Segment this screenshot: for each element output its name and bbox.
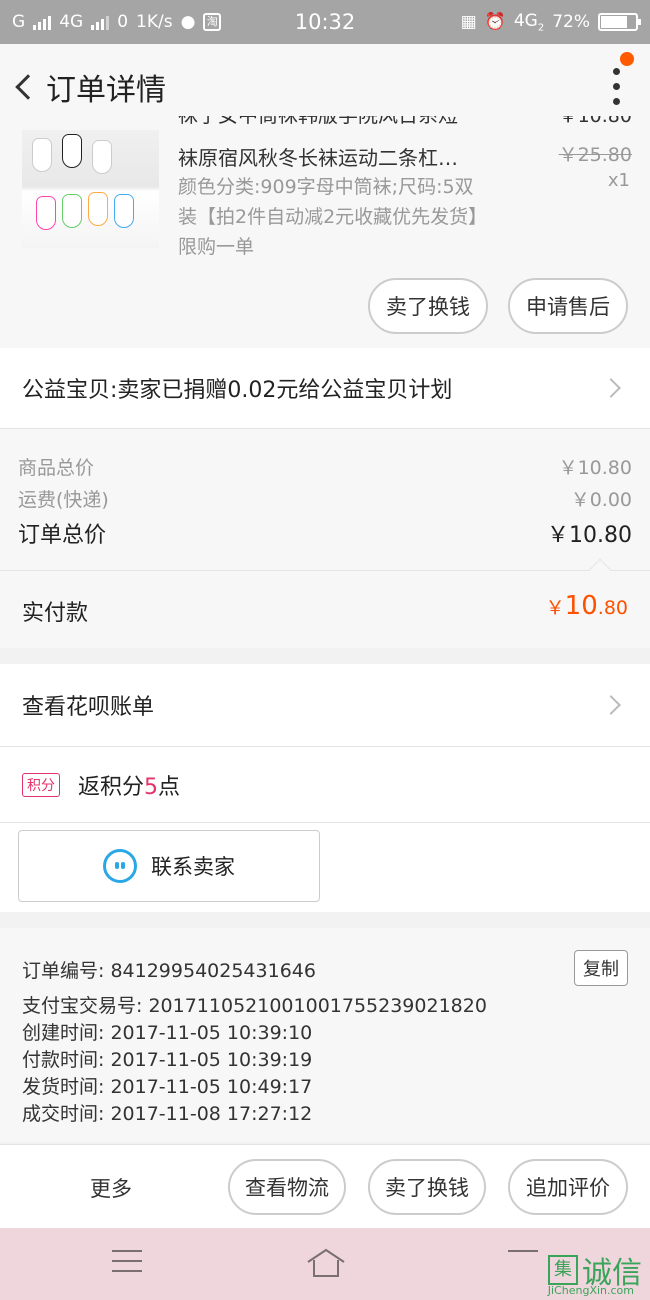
points-row: 积分 返积分5点: [0, 746, 650, 822]
bottom-actions: 更多 查看物流 卖了换钱 追加评价: [0, 1144, 650, 1228]
chevron-right-icon: [601, 378, 621, 398]
view-logistics-button[interactable]: 查看物流: [228, 1159, 346, 1215]
notification-dot: [620, 52, 634, 66]
created-time: 创建时间: 2017-11-05 10:39:10: [22, 1022, 313, 1044]
status-bar: G 4G 0 1K/s ● 淘 10:32 ▦ ⏰ 4G2 72%: [0, 0, 650, 44]
add-review-button[interactable]: 追加评价: [508, 1159, 628, 1215]
product-thumbnail[interactable]: [22, 130, 159, 248]
actual-payment-label: 实付款: [22, 601, 89, 626]
shipped-time: 发货时间: 2017-11-05 10:49:17: [22, 1076, 313, 1098]
goods-total-label: 商品总价: [18, 457, 95, 479]
more-actions-link[interactable]: 更多: [90, 1173, 132, 1203]
huabei-bill-label: 查看花呗账单: [22, 695, 155, 720]
resell-button[interactable]: 卖了换钱: [368, 278, 488, 334]
chat-robot-icon: [103, 849, 137, 883]
product-price: ￥10.80: [558, 116, 632, 127]
shipping-label: 运费(快递): [18, 489, 109, 511]
points-badge: 积分: [22, 772, 60, 797]
alipay-trade-number: 支付宝交易号: 2017110521001001755239021820: [22, 995, 487, 1017]
product-original-price: ￥25.80: [558, 144, 632, 166]
product-title[interactable]: 袜原宿风秋冬长袜运动二条杠…: [178, 144, 498, 173]
contact-seller-button[interactable]: 联系卖家: [18, 830, 320, 902]
after-sale-button[interactable]: 申请售后: [508, 278, 628, 334]
actual-payment: 实付款 ￥10.80: [0, 558, 650, 648]
paid-time: 付款时间: 2017-11-05 10:39:19: [22, 1049, 313, 1071]
chevron-right-icon: [601, 695, 621, 715]
page-title: 订单详情: [46, 73, 166, 108]
charity-text: 公益宝贝:卖家已捐赠0.02元给公益宝贝计划: [22, 378, 453, 403]
product-quantity: x1: [607, 170, 630, 191]
product-sku: 颜色分类:909字母中筒袜;尺码:5双装【拍2件自动减2元收藏优先发货】限购一单: [178, 176, 488, 258]
product-card[interactable]: 袜子女中筒袜韩版学院风日系短 袜原宿风秋冬长袜运动二条杠… 颜色分类:909字母…: [0, 116, 650, 348]
clock: 10:32: [294, 10, 356, 34]
charity-row[interactable]: 公益宝贝:卖家已捐赠0.02元给公益宝贝计划: [0, 348, 650, 428]
watermark-box: 集: [548, 1255, 578, 1285]
order-number: 订单编号: 84129954025431646: [22, 960, 316, 982]
battery-icon: [598, 12, 641, 31]
contact-seller-label: 联系卖家: [151, 855, 235, 879]
chevron-left-icon: [15, 74, 41, 100]
order-info: 订单编号: 84129954025431646 复制 支付宝交易号: 20171…: [0, 928, 650, 1142]
shipping-value: ￥0.00: [570, 489, 632, 511]
price-summary: 商品总价 ￥10.80 运费(快递) ￥0.00 订单总价 ￥10.80: [0, 428, 650, 570]
huabei-bill-row[interactable]: 查看花呗账单: [0, 664, 650, 746]
menu-icon[interactable]: [112, 1250, 142, 1272]
product-title-clipped: 袜子女中筒袜韩版学院风日系短: [178, 116, 498, 130]
order-total-value: ￥10.80: [547, 523, 632, 548]
watermark-sub: JiChengXin.com: [547, 1284, 634, 1297]
completed-time: 成交时间: 2017-11-08 17:27:12: [22, 1103, 313, 1125]
home-icon[interactable]: [306, 1248, 346, 1278]
actual-payment-value: ￥10.80: [545, 591, 628, 621]
resell-bottom-button[interactable]: 卖了换钱: [368, 1159, 486, 1215]
goods-total-value: ￥10.80: [558, 457, 632, 479]
back-icon[interactable]: [508, 1250, 538, 1270]
more-menu-button[interactable]: [613, 68, 620, 105]
order-total-label: 订单总价: [18, 523, 107, 548]
copy-button[interactable]: 复制: [574, 950, 628, 986]
points-text: 返积分5点: [78, 774, 181, 800]
